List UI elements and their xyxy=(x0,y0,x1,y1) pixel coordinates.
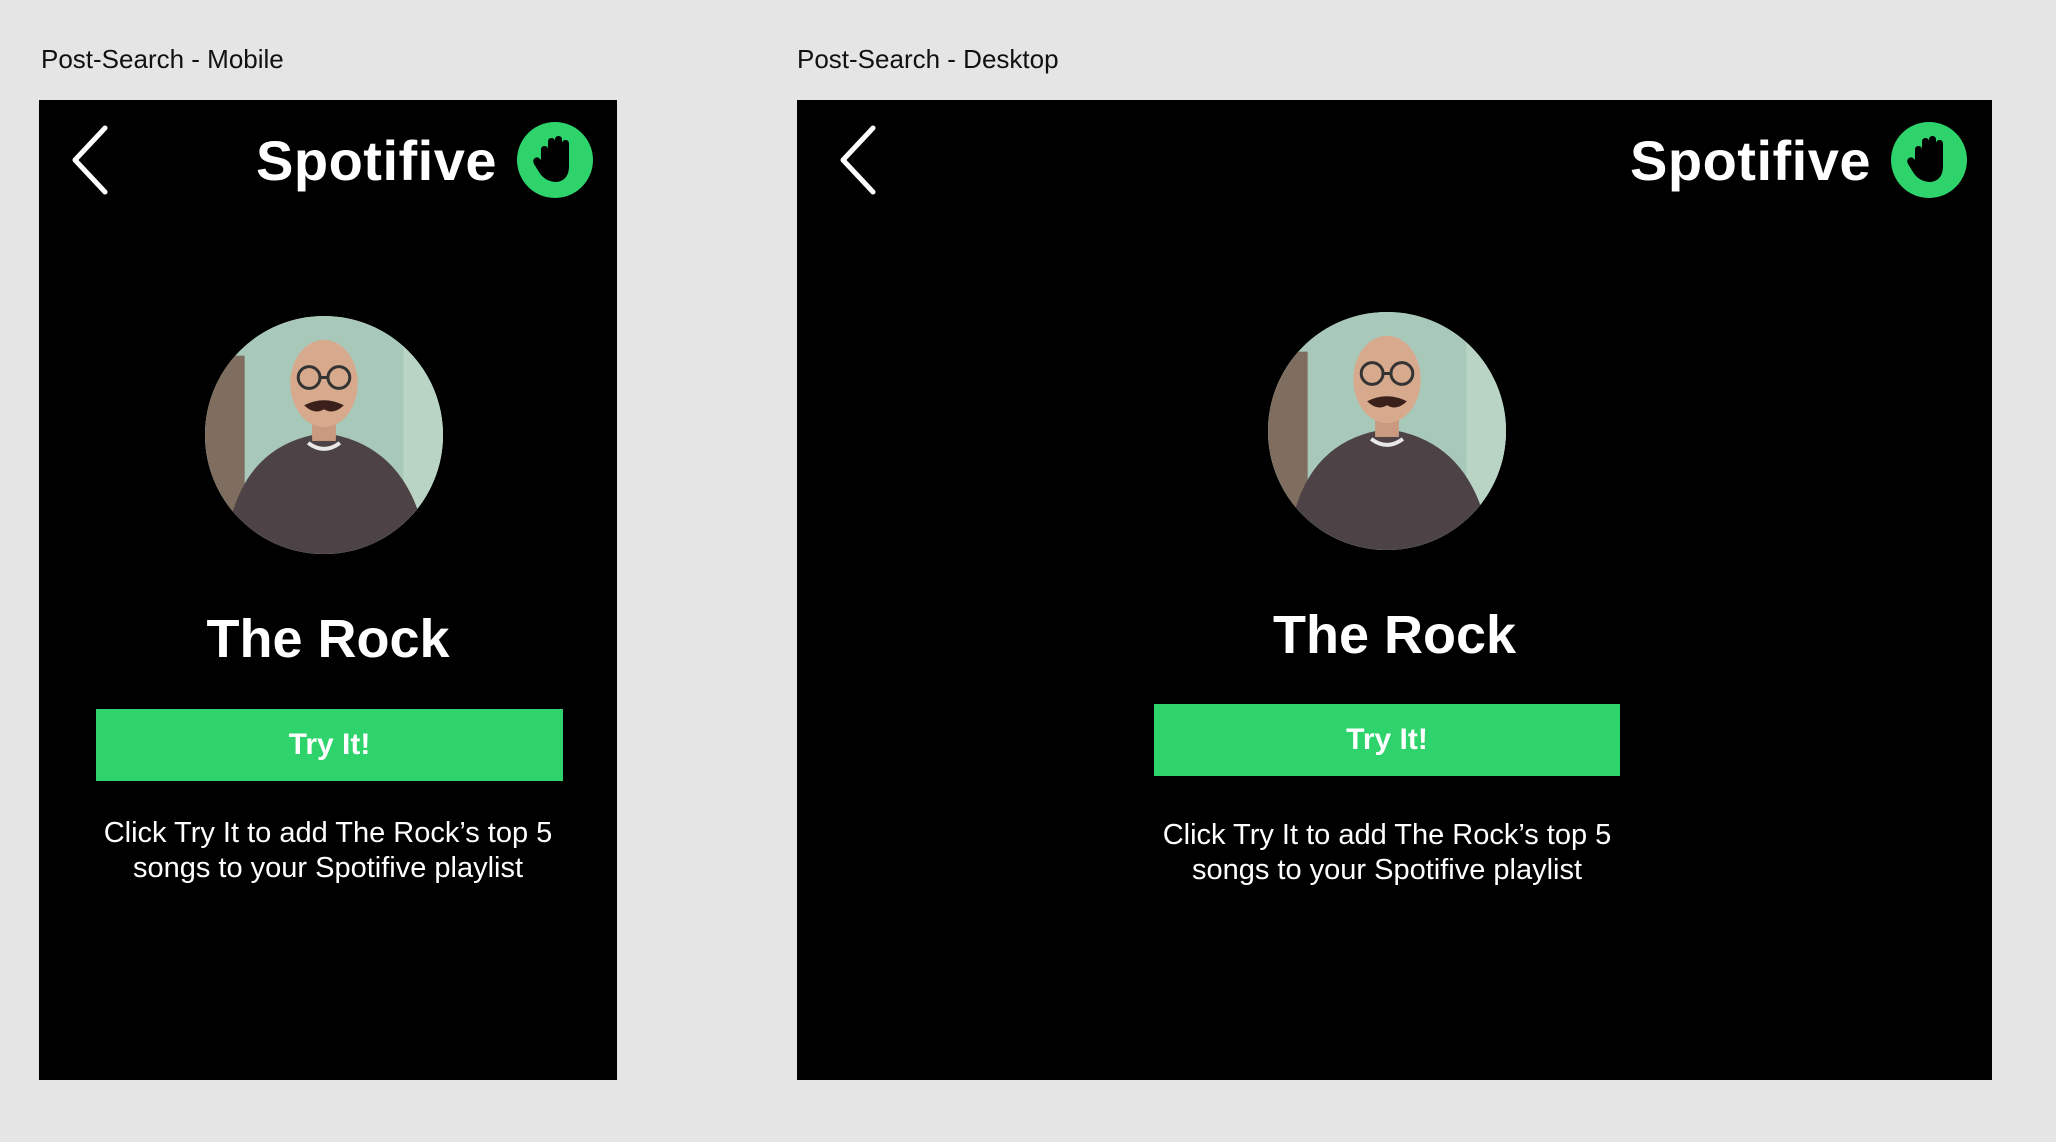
mobile-frame: Spotifive The Rock Try It! Click Try It … xyxy=(39,100,617,1080)
artist-avatar xyxy=(205,316,443,554)
hand-icon xyxy=(517,122,593,198)
try-it-button[interactable]: Try It! xyxy=(1154,704,1620,776)
desktop-frame-label: Post-Search - Desktop xyxy=(797,44,1059,74)
try-it-button[interactable]: Try It! xyxy=(96,709,563,781)
description-text: Click Try It to add The Rock’s top 5 son… xyxy=(1162,819,1612,886)
brand: Spotifive xyxy=(256,122,593,198)
artist-name: The Rock xyxy=(206,609,450,669)
back-button[interactable] xyxy=(67,120,117,200)
desktop-frame: Spotifive The Rock Try It! Click Try It … xyxy=(797,100,1992,1080)
artist-avatar xyxy=(1268,312,1506,550)
back-button[interactable] xyxy=(835,120,885,200)
chevron-left-icon xyxy=(72,125,108,195)
hand-icon xyxy=(1891,122,1967,198)
mobile-frame-label: Post-Search - Mobile xyxy=(41,44,284,74)
brand-name: Spotifive xyxy=(1630,128,1871,192)
description-text: Click Try It to add The Rock’s top 5 son… xyxy=(103,817,553,884)
brand: Spotifive xyxy=(1630,122,1967,198)
artist-name: The Rock xyxy=(1272,605,1517,665)
chevron-left-icon xyxy=(840,125,876,195)
brand-name: Spotifive xyxy=(256,128,497,192)
